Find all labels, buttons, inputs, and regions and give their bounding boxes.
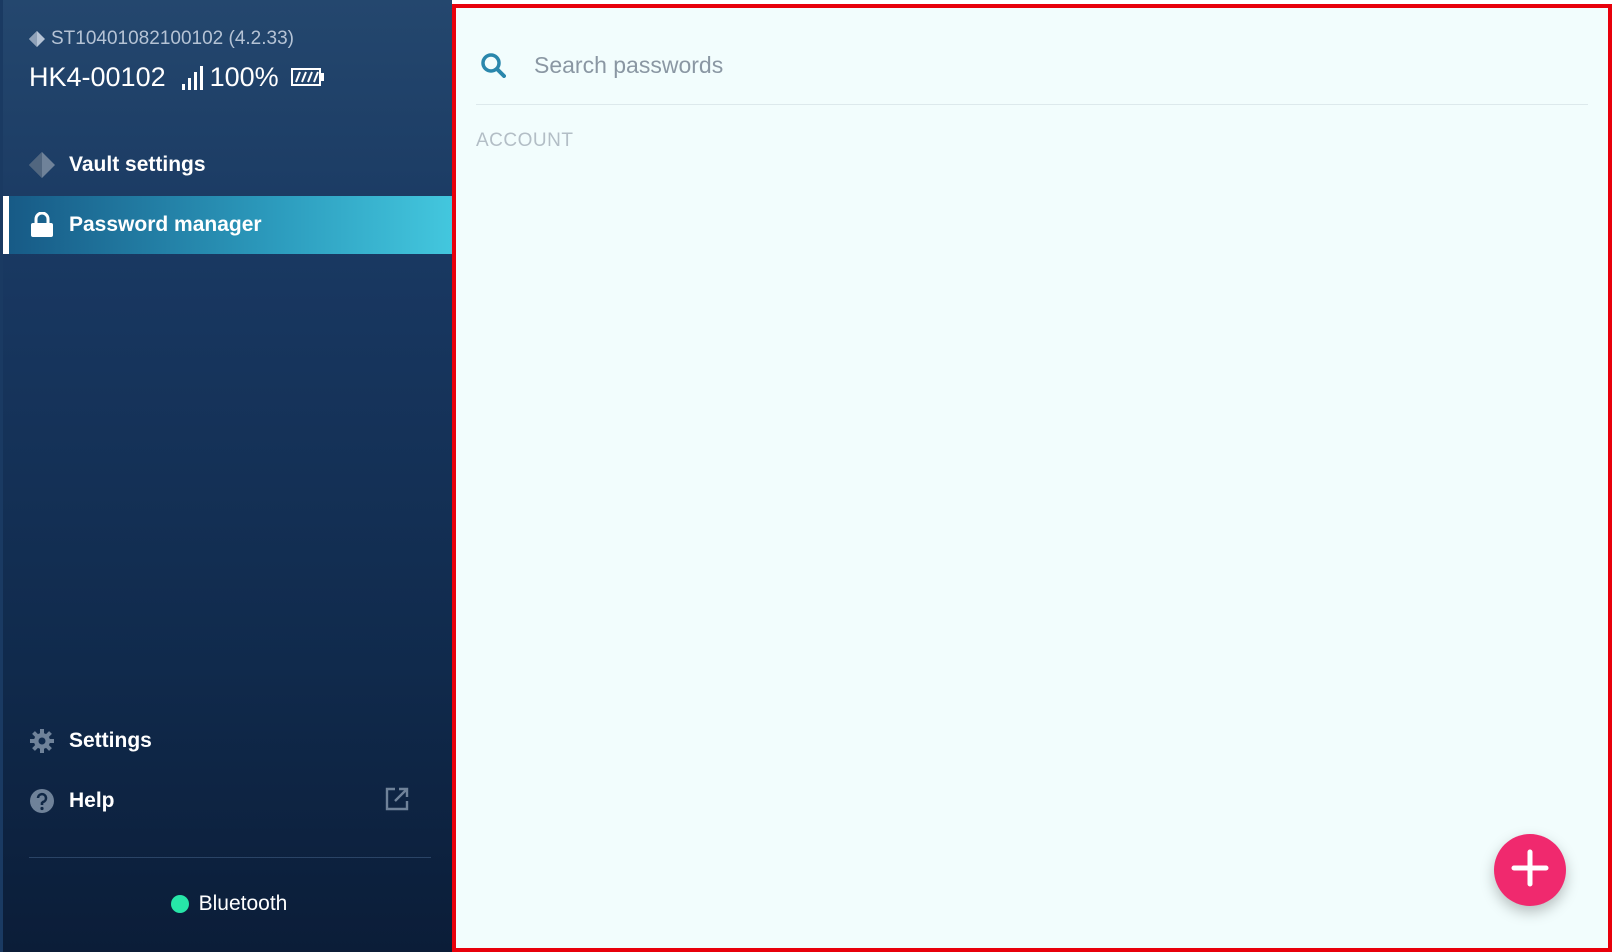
battery-icon xyxy=(290,62,325,93)
sidebar-item-vault-settings[interactable]: Vault settings xyxy=(3,136,452,194)
sidebar-item-label: Password manager xyxy=(69,213,262,236)
sidebar-divider xyxy=(29,857,431,858)
sidebar-item-label: Vault settings xyxy=(69,153,206,176)
device-name: HK4-00102 xyxy=(29,62,166,92)
sidebar-item-settings[interactable]: Settings xyxy=(3,712,452,770)
search-icon xyxy=(478,50,508,80)
connection-label: Bluetooth xyxy=(198,892,288,915)
section-header-account: ACCOUNT xyxy=(476,130,574,151)
app-window: ST10401082100102 (4.2.33) HK4-00102 100% xyxy=(0,0,1612,952)
sidebar-item-label: Settings xyxy=(69,729,152,752)
connection-status: Bluetooth xyxy=(3,892,455,916)
search-bar xyxy=(476,26,1588,105)
sidebar-item-password-manager[interactable]: Password manager xyxy=(3,196,452,254)
help-icon xyxy=(27,786,57,816)
device-serial-text: ST10401082100102 (4.2.33) xyxy=(51,28,294,49)
password-manager-panel: ACCOUNT xyxy=(452,4,1612,952)
sidebar-item-label: Help xyxy=(69,789,115,812)
battery-level: 100% xyxy=(209,62,279,92)
device-status: HK4-00102 100% xyxy=(29,62,325,93)
search-input[interactable] xyxy=(532,44,1588,86)
plus-icon xyxy=(1510,848,1550,893)
signal-icon xyxy=(181,65,204,90)
gear-icon xyxy=(27,726,57,756)
sidebar-item-help[interactable]: Help xyxy=(3,772,452,830)
external-link-icon[interactable] xyxy=(384,786,410,818)
connection-indicator xyxy=(170,895,189,913)
device-serial: ST10401082100102 (4.2.33) xyxy=(29,28,294,50)
diamond-icon xyxy=(27,150,57,180)
add-password-button[interactable] xyxy=(1494,834,1566,906)
sidebar: ST10401082100102 (4.2.33) HK4-00102 100% xyxy=(0,0,452,952)
diamond-icon xyxy=(29,31,45,47)
lock-icon xyxy=(27,210,57,240)
